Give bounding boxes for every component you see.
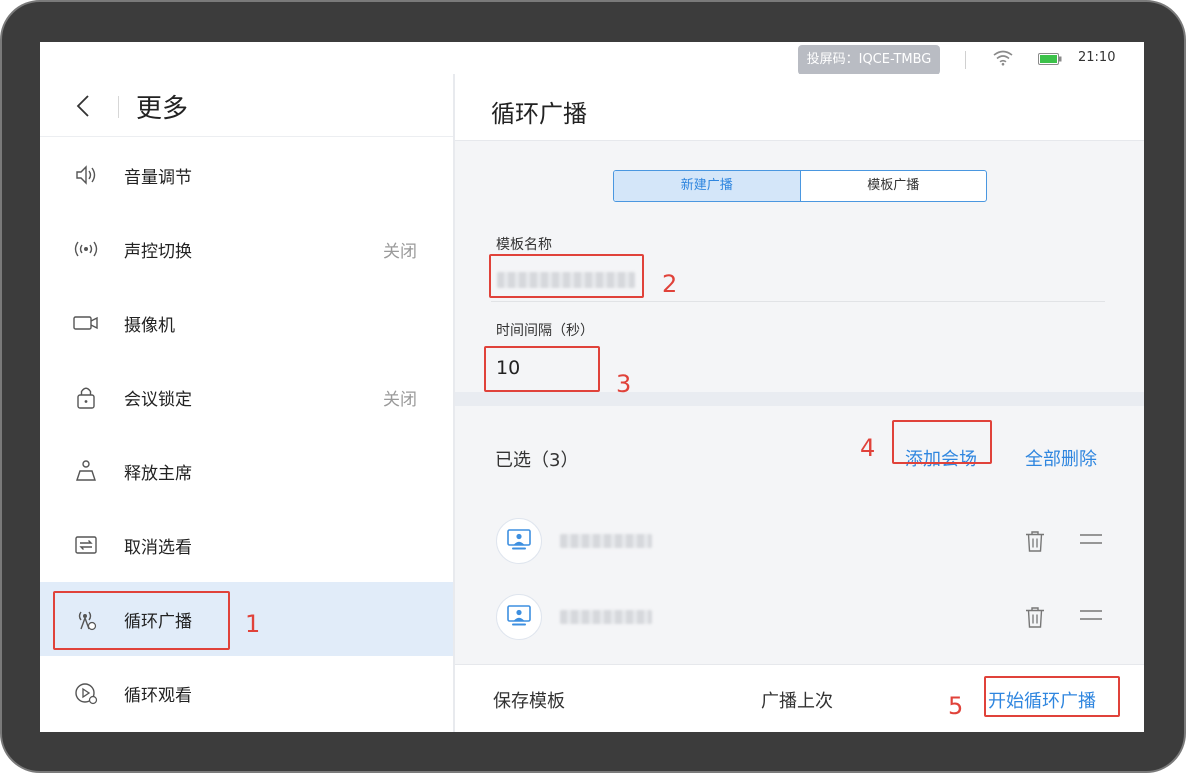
tab-template-broadcast[interactable]: 模板广播 — [801, 171, 987, 201]
site-name — [560, 534, 652, 548]
menu-item-release-chair[interactable]: 释放主席 — [40, 434, 453, 508]
right-header: 循环广播 — [455, 74, 1144, 141]
site-terminal-icon — [507, 529, 531, 550]
delete-all-button[interactable]: 全部删除 — [1025, 445, 1097, 471]
status-divider — [965, 51, 966, 69]
drag-handle-icon[interactable] — [1080, 610, 1102, 620]
back-arrow-icon[interactable] — [76, 94, 90, 118]
selected-sites-area: 已选（3） 添加会场 全部删除 — [455, 406, 1144, 664]
status-bar: 投屏码：IQCE-TMBG 21:10 — [40, 42, 1144, 75]
camera-icon — [73, 316, 98, 330]
menu-item-value: 关闭 — [383, 242, 417, 262]
section-title: 循环广播 — [491, 100, 587, 128]
trash-icon[interactable] — [1025, 530, 1045, 552]
menu-item-value: 关闭 — [383, 390, 417, 410]
interval-label: 时间间隔（秒） — [496, 323, 594, 339]
annotation-box-1 — [53, 591, 230, 650]
menu-item-voice-switch[interactable]: 声控切换 关闭 — [40, 212, 453, 286]
speaker-icon — [76, 165, 96, 185]
annotation-box-3 — [484, 346, 600, 392]
annotation-number-2: 2 — [662, 270, 678, 298]
cast-code-badge: 投屏码：IQCE-TMBG — [798, 45, 940, 75]
template-name-label: 模板名称 — [496, 237, 552, 253]
drag-handle-icon[interactable] — [1080, 534, 1102, 544]
tab-new-broadcast[interactable]: 新建广播 — [614, 171, 801, 201]
left-header: 更多 — [40, 74, 453, 137]
menu-item-label: 音量调节 — [124, 168, 192, 188]
release-chair-icon — [76, 460, 96, 481]
annotation-box-5 — [984, 676, 1120, 717]
broadcast-mode-tabs: 新建广播 模板广播 — [613, 170, 987, 202]
play-cycle-icon — [75, 683, 98, 705]
template-name-underline — [491, 301, 1105, 302]
menu-item-cancel-view[interactable]: 取消选看 — [40, 508, 453, 582]
menu-item-label: 声控切换 — [124, 242, 192, 262]
site-row — [455, 656, 1144, 664]
trash-icon[interactable] — [1025, 606, 1045, 628]
site-avatar — [496, 594, 542, 640]
selected-count: 已选（3） — [495, 450, 579, 471]
lock-icon — [77, 387, 95, 409]
voice-wave-icon — [74, 241, 98, 257]
page-title: 更多 — [136, 94, 189, 124]
swap-icon — [75, 536, 97, 554]
annotation-number-3: 3 — [616, 370, 632, 398]
annotation-number-5: 5 — [948, 692, 964, 720]
annotation-box-2 — [489, 254, 644, 298]
site-avatar — [496, 518, 542, 564]
site-terminal-icon — [507, 605, 531, 626]
menu-item-meeting-lock[interactable]: 会议锁定 关闭 — [40, 360, 453, 434]
menu-item-camera[interactable]: 摄像机 — [40, 286, 453, 360]
site-name — [560, 610, 652, 624]
annotation-number-1: 1 — [245, 610, 261, 638]
menu-item-label: 循环观看 — [124, 686, 192, 706]
header-separator — [118, 96, 119, 118]
section-band — [455, 392, 1144, 406]
wifi-icon — [993, 50, 1013, 66]
broadcast-previous-button[interactable]: 广播上次 — [761, 687, 833, 713]
menu-item-label: 摄像机 — [124, 316, 175, 336]
menu-item-volume[interactable]: 音量调节 — [40, 138, 453, 212]
site-row — [455, 504, 1144, 580]
menu-item-label: 释放主席 — [124, 464, 192, 484]
menu-item-label: 取消选看 — [124, 538, 192, 558]
site-row — [455, 580, 1144, 656]
loop-broadcast-panel: 循环广播 新建广播 模板广播 模板名称 时间间隔（秒） 10 已选（3） 添加会… — [455, 74, 1144, 732]
annotation-box-4 — [892, 420, 992, 464]
save-template-button[interactable]: 保存模板 — [493, 687, 565, 713]
menu-item-label: 会议锁定 — [124, 390, 192, 410]
menu-item-loop-view[interactable]: 循环观看 — [40, 656, 453, 730]
annotation-number-4: 4 — [860, 434, 876, 462]
battery-icon — [1038, 53, 1062, 65]
clock: 21:10 — [1078, 50, 1116, 65]
